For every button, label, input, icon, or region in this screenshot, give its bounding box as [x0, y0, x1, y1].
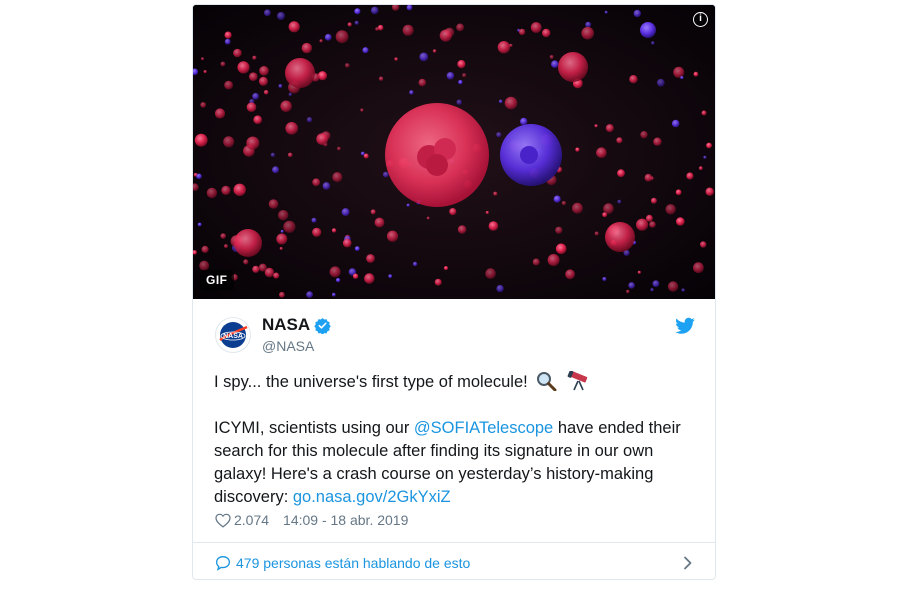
tweet-gif-media[interactable]: GIF i — [193, 5, 715, 299]
author-handle[interactable]: @NASA — [262, 338, 331, 354]
chevron-right-icon[interactable] — [683, 556, 693, 570]
tweet-first-line: I spy... the universe's first type of mo… — [214, 371, 694, 394]
twitter-bird-icon[interactable] — [675, 317, 695, 335]
telescope-icon — [567, 371, 588, 391]
magnifying-glass-icon — [537, 372, 557, 391]
tweet-timestamp[interactable]: 14:09 - 18 abr. 2019 — [283, 512, 408, 528]
like-count[interactable]: 2.074 — [234, 512, 269, 528]
tweet-body-prefix: ICYMI, scientists using our — [214, 419, 414, 437]
author-display-name[interactable]: NASA — [262, 315, 310, 335]
tweet-author-header: NASA NASA @NASA — [215, 315, 695, 359]
heart-icon[interactable] — [215, 513, 231, 528]
gif-badge: GIF — [200, 270, 234, 290]
tweet-embed-card: GIF i NASA NASA @NASA I spy... the unive… — [192, 4, 716, 580]
molecule-animation-frame — [193, 5, 715, 299]
nasa-avatar[interactable]: NASA — [215, 317, 251, 353]
svg-text:NASA: NASA — [223, 333, 243, 340]
conversation-label[interactable]: 479 personas están hablando de esto — [236, 555, 470, 571]
author-identity: NASA @NASA — [262, 315, 331, 354]
conversation-link[interactable]: 479 personas están hablando de esto — [215, 551, 693, 575]
tweet-link[interactable]: go.nasa.gov/2GkYxiZ — [293, 488, 451, 506]
info-icon[interactable]: i — [693, 12, 708, 27]
tweet-text: I spy... the universe's first type of mo… — [214, 371, 694, 509]
footer-divider — [193, 542, 715, 543]
sofia-telescope-mention[interactable]: @SOFIATelescope — [414, 419, 553, 437]
verified-badge-icon — [314, 317, 331, 334]
tweet-line1-text: I spy... the universe's first type of mo… — [214, 373, 528, 391]
tweet-meta: 2.074 14:09 - 18 abr. 2019 — [215, 512, 408, 528]
nasa-logo-icon: NASA — [219, 322, 248, 348]
tweet-body: ICYMI, scientists using our @SOFIATelesc… — [214, 417, 694, 509]
speech-bubble-icon — [215, 555, 231, 571]
